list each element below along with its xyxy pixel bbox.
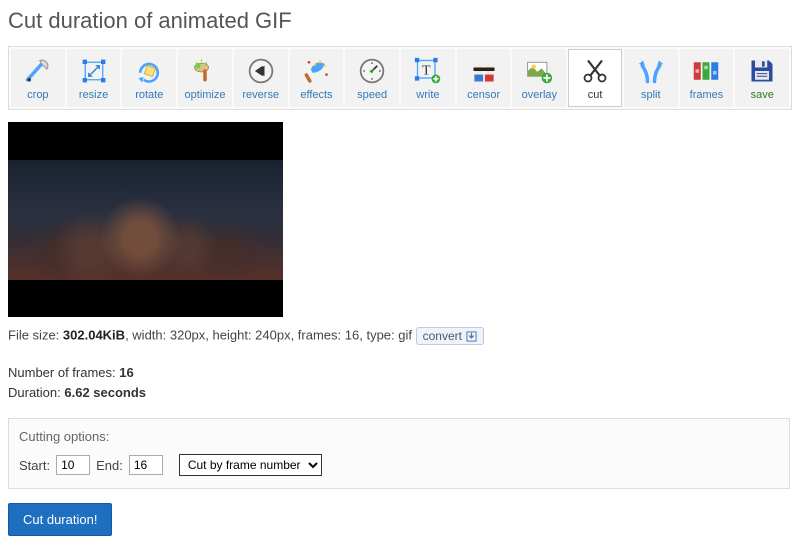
duration-label: Duration: [8,385,64,400]
tool-optimize[interactable]: optimize [178,49,232,107]
type-value: gif [398,327,412,342]
start-input[interactable] [56,455,90,475]
toolbar: crop resize rotate optimize reverse effects sp… [8,46,792,110]
tool-censor[interactable]: censor [457,49,511,107]
height-label: , height: [205,327,255,342]
stats: Number of frames: 16 Duration: 6.62 seco… [8,363,792,402]
frames-meta-value: 16 [345,327,359,342]
type-label: , type: [359,327,398,342]
height-value: 240px [255,327,290,342]
width-label: , width: [125,327,170,342]
filesize-label: File size: [8,327,63,342]
gif-preview-image [8,160,283,280]
cutting-options-panel: Cutting options: Start: End: Cut by fram… [8,418,790,489]
rotate-icon [134,56,164,86]
write-icon: T [413,56,443,86]
tool-rotate[interactable]: rotate [122,49,176,107]
tool-label: effects [300,89,332,101]
end-input[interactable] [129,455,163,475]
file-meta: File size: 302.04KiB, width: 320px, heig… [8,327,792,345]
tool-label: censor [467,89,500,101]
tool-label: crop [27,89,48,101]
tool-label: optimize [185,89,226,101]
cut-mode-select[interactable]: Cut by frame number [179,454,322,476]
censor-icon [469,56,499,86]
gif-preview [8,122,283,317]
tool-crop[interactable]: crop [11,49,65,107]
frames-count-label: Number of frames: [8,365,119,380]
resize-icon [79,56,109,86]
cut-icon [580,56,610,86]
end-label: End: [96,458,123,473]
convert-label: convert [423,329,462,343]
tool-label: reverse [242,89,279,101]
tool-split[interactable]: split [624,49,678,107]
tool-frames[interactable]: frames [680,49,734,107]
frames-meta-label: , frames: [291,327,345,342]
tool-cut[interactable]: cut [568,49,622,107]
tool-label: save [751,89,774,101]
frames-count-value: 16 [119,365,133,380]
tool-save[interactable]: save [735,49,789,107]
tool-speed[interactable]: speed [345,49,399,107]
optimize-icon [190,56,220,86]
overlay-icon [524,56,554,86]
frames-icon [691,56,721,86]
tool-label: overlay [522,89,557,101]
filesize-value: 302.04KiB [63,327,125,342]
page-title: Cut duration of animated GIF [8,8,792,34]
tool-reverse[interactable]: reverse [234,49,288,107]
duration-value: 6.62 seconds [64,385,146,400]
tool-label: cut [588,89,603,101]
cut-duration-button[interactable]: Cut duration! [8,503,112,536]
tool-effects[interactable]: effects [290,49,344,107]
tool-resize[interactable]: resize [67,49,121,107]
tool-label: speed [357,89,387,101]
tool-overlay[interactable]: overlay [512,49,566,107]
tool-write[interactable]: Twrite [401,49,455,107]
effects-icon [301,56,331,86]
reverse-icon [246,56,276,86]
crop-icon [23,56,53,86]
save-icon [747,56,777,86]
convert-button[interactable]: convert [416,327,484,345]
tool-label: rotate [135,89,163,101]
svg-text:T: T [422,63,431,78]
panel-title: Cutting options: [19,429,779,444]
tool-label: write [416,89,439,101]
tool-label: resize [79,89,108,101]
start-label: Start: [19,458,50,473]
tool-label: frames [690,89,724,101]
download-icon [466,331,477,342]
tool-label: split [641,89,661,101]
width-value: 320px [170,327,205,342]
speed-icon [357,56,387,86]
split-icon [636,56,666,86]
